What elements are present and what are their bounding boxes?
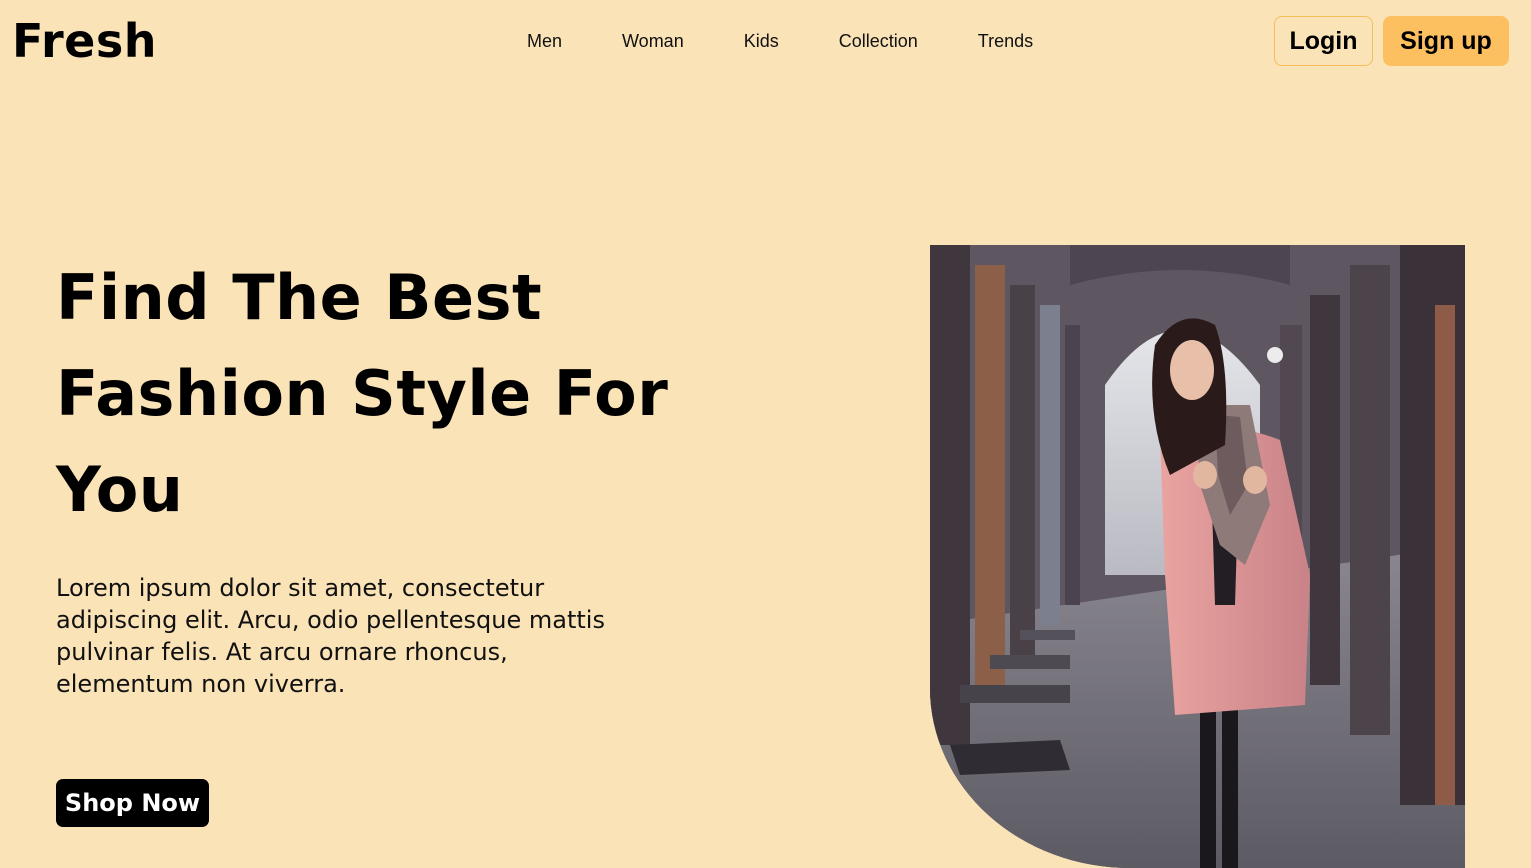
nav-item-trends[interactable]: Trends [978,28,1033,54]
nav-item-kids[interactable]: Kids [744,28,779,54]
nav-item-men[interactable]: Men [527,28,562,54]
signup-button[interactable]: Sign up [1383,16,1509,66]
login-button[interactable]: Login [1274,16,1373,66]
hero-image-illustration [930,245,1465,868]
hero-image [930,245,1465,868]
brand-logo[interactable]: Fresh [12,12,157,70]
shop-now-button[interactable]: Shop Now [56,779,209,827]
hero-title: Find The Best Fashion Style For You [56,261,669,526]
nav-item-woman[interactable]: Woman [622,28,684,54]
hero-description: Lorem ipsum dolor sit amet, consectetur … [56,574,605,698]
nav-item-collection[interactable]: Collection [839,28,918,54]
main-nav: Men Woman Kids Collection Trends [527,28,1033,54]
